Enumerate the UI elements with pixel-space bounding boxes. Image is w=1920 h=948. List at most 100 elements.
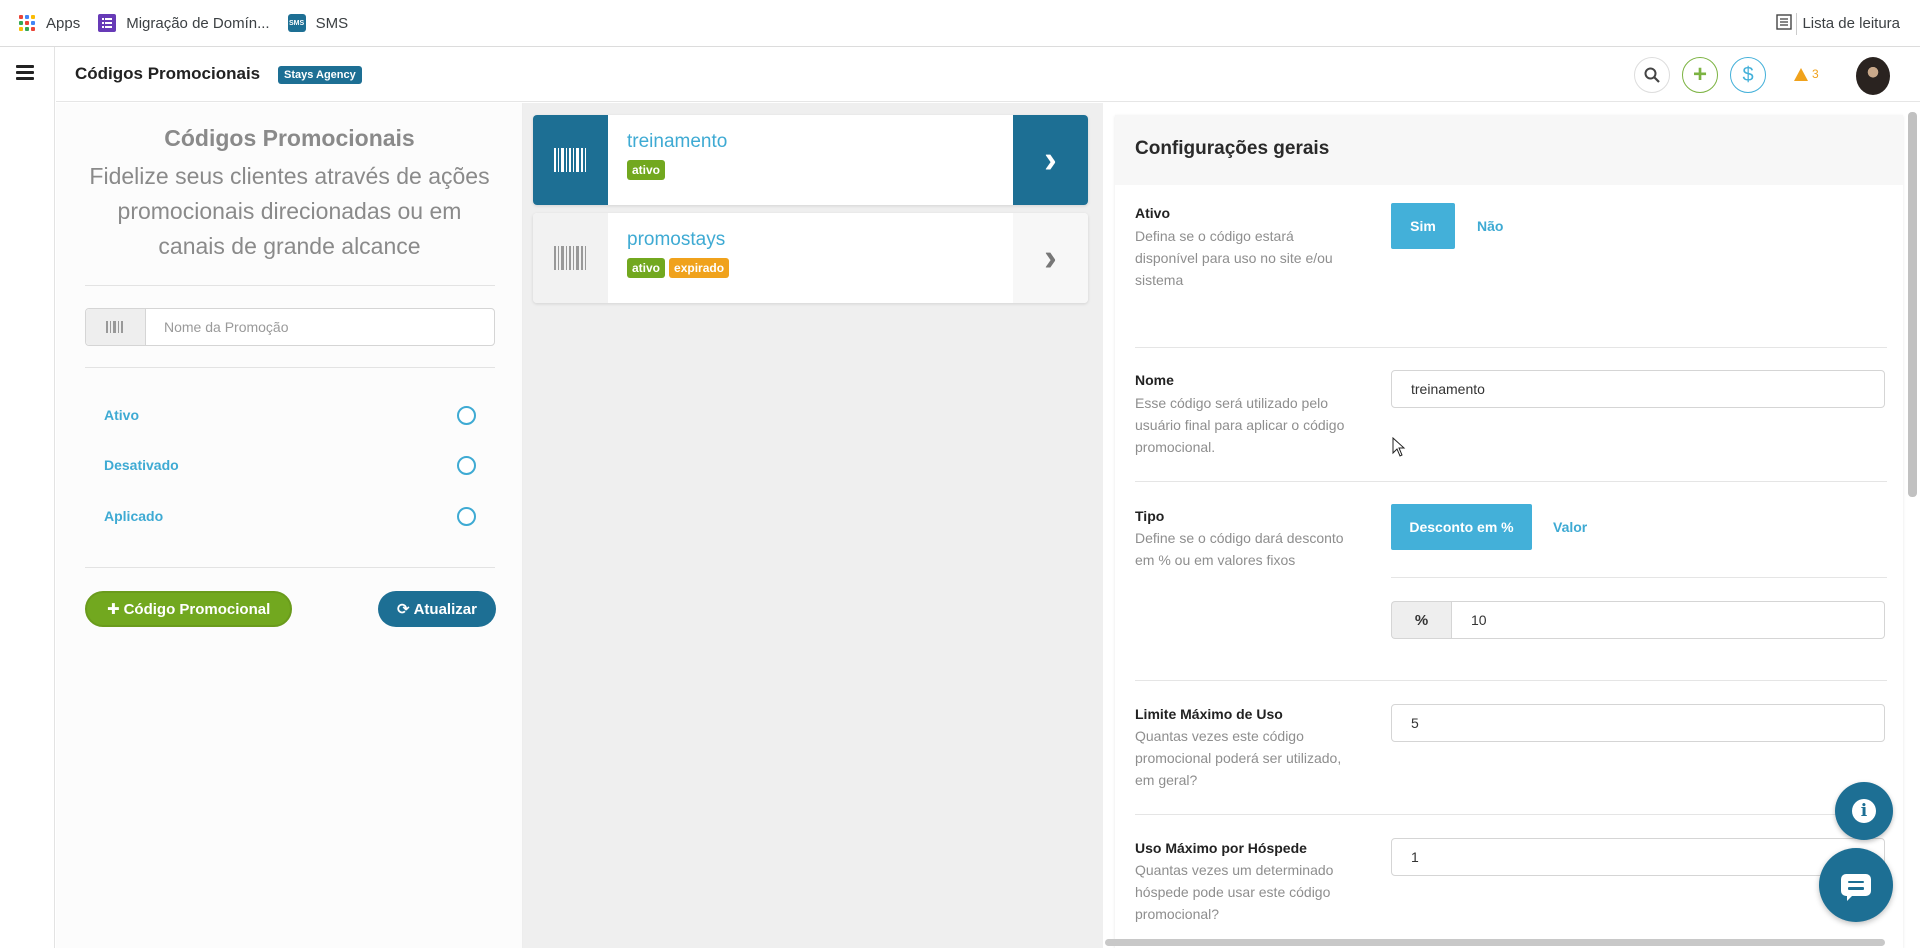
code-card-promostays[interactable]: promostays ativo expirado › [533, 213, 1088, 303]
warning-icon [1794, 67, 1808, 81]
nome-input[interactable]: treinamento [1391, 370, 1885, 408]
status-badge: ativo [627, 160, 666, 180]
agency-badge[interactable]: Stays Agency [278, 66, 362, 84]
filter-aplicado[interactable]: Aplicado [104, 501, 476, 531]
bookmark-list-icon [98, 14, 117, 32]
bookmarks-bar: Apps Migração de Domín... SMS SMS Lista … [0, 0, 1920, 47]
reading-list-icon [1776, 13, 1793, 34]
limite-input[interactable]: 5 [1391, 704, 1885, 742]
discount-amount-input[interactable]: 10 [1451, 601, 1885, 639]
chat-button[interactable] [1819, 848, 1893, 922]
warning-count: 3 [1812, 67, 1819, 81]
apps-grid-icon [18, 14, 36, 32]
tipo-percent-button[interactable]: Desconto em % [1391, 504, 1532, 550]
status-badge: ativo [627, 258, 666, 278]
uso-hospede-desc: Quantas vezes um determinado hóspede pod… [1135, 862, 1334, 922]
divider [1135, 347, 1887, 348]
plus-icon: + [1692, 61, 1707, 88]
ativo-desc: Defina se o código estará disponível par… [1135, 228, 1333, 288]
menu-icon[interactable] [16, 65, 34, 83]
chevron-right-icon[interactable]: › [1013, 115, 1088, 205]
cursor-icon [1392, 437, 1406, 457]
bookmark-sms[interactable]: SMS SMS [287, 14, 349, 32]
add-promo-label: Código Promocional [123, 600, 271, 618]
reading-list-label: Lista de leitura [1802, 15, 1900, 32]
add-button[interactable]: + [1682, 57, 1718, 93]
code-name: treinamento [627, 131, 728, 152]
warnings-indicator[interactable]: 3 [1794, 67, 1819, 81]
nome-label: Nome [1135, 372, 1174, 388]
reading-list[interactable]: Lista de leitura [1776, 0, 1900, 47]
status-badge: expirado [669, 258, 730, 278]
left-rail [0, 47, 55, 948]
uso-hospede-label: Uso Máximo por Hóspede [1135, 840, 1307, 856]
divider [1135, 680, 1887, 681]
top-header: Códigos Promocionais Stays Agency + $ 3 [56, 47, 1920, 102]
plus-icon: ✚ [107, 601, 120, 618]
bookmark-migracao[interactable]: Migração de Domín... [98, 14, 270, 32]
filters-subtitle: Fidelize seus clientes através de ações … [89, 163, 490, 259]
barcode-icon [86, 309, 146, 345]
refresh-button[interactable]: ⟳ Atualizar [378, 591, 496, 627]
search-icon [1644, 67, 1660, 83]
filters-panel: Códigos Promocionais Fidelize seus clien… [56, 103, 523, 948]
radio-button[interactable] [457, 455, 476, 475]
tipo-desc: Define se o código dará desconto em % ou… [1135, 530, 1344, 568]
info-icon: i [1852, 799, 1876, 823]
bookmark-sms-label: SMS [315, 14, 349, 32]
code-name: promostays [627, 229, 726, 250]
percent-addon: % [1391, 601, 1451, 639]
filters-title: Códigos Promocionais [164, 125, 415, 151]
divider [85, 367, 495, 368]
search-button[interactable] [1634, 57, 1670, 93]
divider [1391, 577, 1887, 578]
refresh-label: Atualizar [413, 600, 477, 618]
page-title: Códigos Promocionais [75, 64, 261, 83]
filter-ativo[interactable]: Ativo [104, 400, 476, 430]
chat-icon [1841, 874, 1871, 901]
promo-search [85, 308, 495, 346]
add-promo-code-button[interactable]: ✚ Código Promocional [85, 591, 293, 627]
dollar-icon: $ [1742, 63, 1754, 86]
divider [85, 567, 495, 568]
ativo-no-button[interactable]: Não [1477, 218, 1503, 234]
tipo-value-button[interactable]: Valor [1553, 519, 1587, 535]
tipo-label: Tipo [1135, 508, 1165, 524]
code-badges: ativo expirado [627, 258, 733, 278]
divider [1135, 814, 1887, 815]
ativo-label: Ativo [1135, 205, 1170, 221]
filter-label: Aplicado [104, 508, 164, 524]
divider [85, 285, 495, 286]
avatar[interactable] [1856, 57, 1890, 95]
radio-button[interactable] [457, 405, 476, 425]
finance-button[interactable]: $ [1730, 57, 1766, 93]
ativo-yes-button[interactable]: Sim [1391, 203, 1455, 249]
divider [1135, 481, 1887, 482]
config-panel: Configurações gerais Ativo Defina se o c… [1115, 115, 1903, 948]
limite-label: Limite Máximo de Uso [1135, 706, 1283, 722]
info-button[interactable]: i [1835, 782, 1893, 840]
bookmark-apps[interactable]: Apps [18, 14, 80, 32]
filter-desativado[interactable]: Desativado [104, 450, 476, 480]
promo-name-input[interactable] [146, 309, 494, 345]
bookmark-migracao-label: Migração de Domín... [126, 14, 270, 32]
horizontal-scrollbar[interactable] [1105, 939, 1885, 946]
sms-icon: SMS [287, 14, 306, 32]
code-card-treinamento[interactable]: treinamento ativo › [533, 115, 1088, 205]
refresh-icon: ⟳ [397, 601, 410, 618]
codes-list: treinamento ativo › promostays ativo exp… [523, 103, 1103, 948]
vertical-scrollbar[interactable] [1908, 112, 1917, 497]
bookmark-divider [1796, 12, 1798, 35]
bookmark-apps-label: Apps [46, 14, 81, 32]
filter-label: Ativo [104, 407, 139, 423]
filter-label: Desativado [104, 457, 179, 473]
code-badges: ativo [627, 160, 669, 180]
chevron-right-icon[interactable]: › [1013, 213, 1088, 303]
radio-button[interactable] [457, 506, 476, 526]
barcode-icon [533, 115, 608, 205]
limite-desc: Quantas vezes este código promocional po… [1135, 728, 1342, 788]
config-title: Configurações gerais [1115, 115, 1903, 185]
uso-hospede-input[interactable]: 1 [1391, 838, 1885, 876]
nome-desc: Esse código será utilizado pelo usuário … [1135, 395, 1345, 455]
barcode-icon [533, 213, 608, 303]
